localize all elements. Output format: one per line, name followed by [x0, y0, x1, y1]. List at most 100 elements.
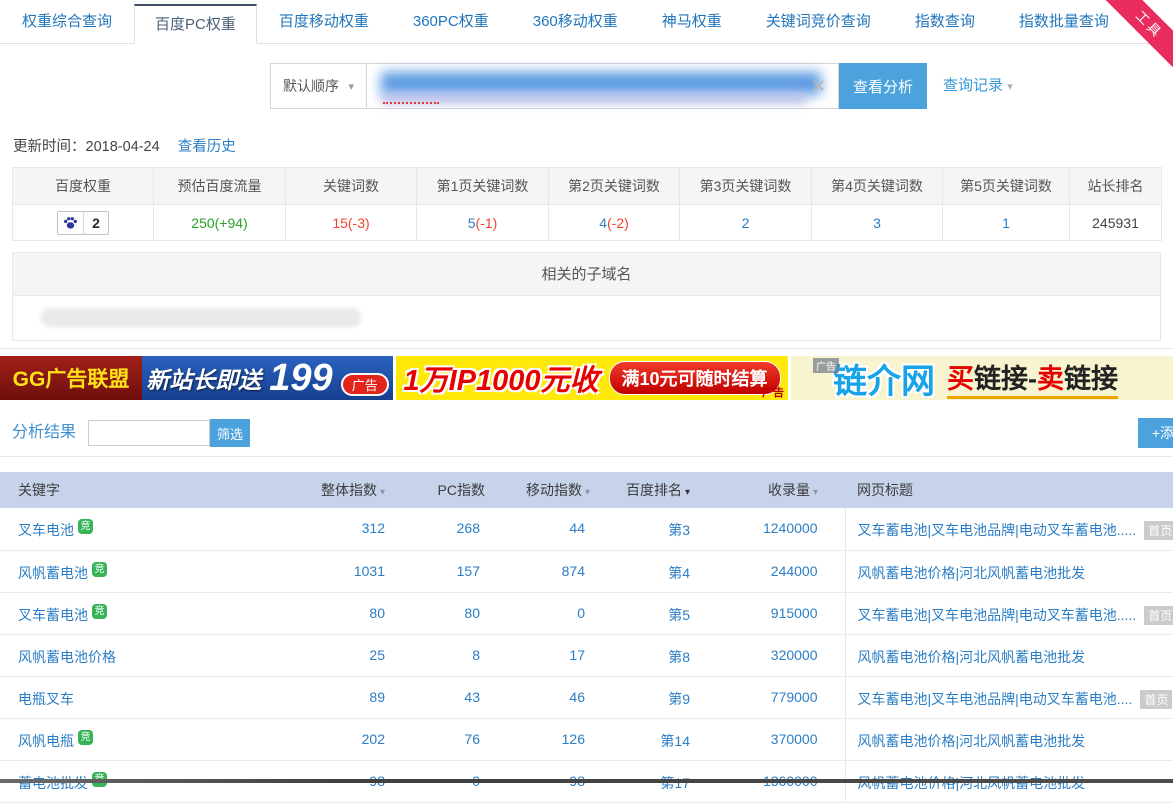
- stats-value-cell-8: 245931: [1070, 205, 1162, 241]
- page-title-link[interactable]: 叉车蓄电池|叉车电池品牌|电动叉车蓄电池.....: [858, 522, 1137, 538]
- results-header-label: PC指数: [438, 482, 485, 498]
- tab-6[interactable]: 关键词竞价查询: [744, 1, 893, 43]
- stats-header-row: 百度权重预估百度流量关键词数第1页关键词数第2页关键词数第3页关键词数第4页关键…: [13, 168, 1162, 205]
- sort-order-select[interactable]: 默认顺序 ▾: [270, 63, 367, 109]
- results-header-1[interactable]: 整体指数▾: [300, 472, 385, 508]
- tab-5[interactable]: 神马权重: [640, 1, 744, 43]
- stat-value: 3: [873, 215, 881, 231]
- page-title-link[interactable]: 风帆蓄电池价格|河北风帆蓄电池批发: [858, 649, 1086, 665]
- overall-index-cell: 1031: [300, 550, 385, 592]
- pc-index-cell: 157: [385, 550, 485, 592]
- bidding-icon: 竞: [92, 604, 107, 619]
- tab-2[interactable]: 百度移动权重: [257, 1, 391, 43]
- redacted-subdomain[interactable]: [41, 308, 361, 327]
- filter-button[interactable]: 筛选: [210, 419, 250, 447]
- keyword-link[interactable]: 叉车电池: [18, 522, 74, 538]
- keyword-link[interactable]: 风帆蓄电池: [18, 565, 88, 581]
- ad-ip-pill: 满10元可随时结算: [609, 361, 781, 395]
- results-header-5[interactable]: 收录量▾: [700, 472, 845, 508]
- indexed-count-cell: 370000: [700, 718, 845, 760]
- stat-value: 5: [468, 215, 476, 231]
- stats-header-cell-6: 第4页关键词数: [812, 168, 943, 205]
- tab-1[interactable]: 百度PC权重: [134, 4, 257, 44]
- keyword-link[interactable]: 电瓶叉车: [18, 691, 74, 707]
- mobile-index-cell: 126: [485, 718, 590, 760]
- table-row-0: 叉车电池竞31226844第31240000叉车蓄电池|叉车电池品牌|电动叉车蓄…: [0, 508, 1173, 550]
- sort-caret-icon[interactable]: ▾: [380, 487, 385, 498]
- sort-caret-icon[interactable]: ▾: [685, 487, 690, 498]
- stats-header-cell-4: 第2页关键词数: [549, 168, 680, 205]
- overall-index-cell: 80: [300, 592, 385, 634]
- page-title-link[interactable]: 风帆蓄电池价格|河北风帆蓄电池批发: [858, 733, 1086, 749]
- stat-value: 1: [1002, 215, 1010, 231]
- results-header-row: 关键字整体指数▾PC指数移动指数▾百度排名▾收录量▾网页标题: [0, 472, 1173, 508]
- tab-0[interactable]: 权重综合查询: [0, 1, 134, 43]
- ad-banner-ip[interactable]: 1万IP1000元收 满10元可随时结算 广告: [396, 356, 788, 400]
- overall-index-cell: 25: [300, 634, 385, 676]
- stats-value-cell-5: 2: [680, 205, 812, 241]
- ad-link2: 链接: [1064, 364, 1118, 394]
- filter-input[interactable]: [88, 420, 210, 446]
- baidu-rank-cell: 第5: [590, 592, 700, 634]
- baidu-rank-cell: 第3: [590, 508, 700, 550]
- related-subdomains-box: 相关的子域名: [12, 252, 1161, 341]
- results-header-label: 百度排名: [626, 482, 682, 498]
- keyword-cell: 风帆蓄电池价格: [0, 634, 300, 676]
- ad-gg-brand: GG广告联盟: [0, 356, 142, 400]
- tab-4[interactable]: 360移动权重: [511, 1, 640, 43]
- sort-caret-icon[interactable]: ▾: [585, 487, 590, 498]
- keyword-cell: 电瓶叉车: [0, 676, 300, 718]
- ad-banner-gg[interactable]: GG广告联盟 新站长即送 199 广告: [0, 356, 393, 400]
- page-title-link[interactable]: 叉车蓄电池|叉车电池品牌|电动叉车蓄电池.....: [858, 607, 1137, 623]
- analyze-button[interactable]: 查看分析: [839, 63, 927, 109]
- domain-query-input[interactable]: ✕: [367, 63, 839, 109]
- page-title-link[interactable]: 风帆蓄电池价格|河北风帆蓄电池批发: [858, 565, 1086, 581]
- query-history-label: 查询记录: [943, 77, 1003, 94]
- ad-badge: 广告: [762, 384, 784, 400]
- stat-delta: (-2): [607, 215, 629, 231]
- ad-lianjie-brand: 链介网: [833, 356, 935, 400]
- keyword-link[interactable]: 风帆蓄电池价格: [18, 649, 116, 665]
- indexed-count-cell: 320000: [700, 634, 845, 676]
- tab-8[interactable]: 指数批量查询: [997, 1, 1131, 43]
- stat-value: 15: [332, 215, 348, 231]
- page-title-link[interactable]: 叉车蓄电池|叉车电池品牌|电动叉车蓄电池....: [858, 691, 1133, 707]
- results-header-4[interactable]: 百度排名▾: [590, 472, 700, 508]
- ad-banners-row: GG广告联盟 新站长即送 199 广告 1万IP1000元收 满10元可随时结算…: [0, 356, 1173, 400]
- ad-badge: 广告: [341, 373, 389, 396]
- analysis-filter-row: 分析结果筛选 +添加新词: [12, 418, 1173, 450]
- stats-value-cell-2: 15(-3): [286, 205, 417, 241]
- overall-index-cell: 89: [300, 676, 385, 718]
- mobile-index-cell: 44: [485, 508, 590, 550]
- baidu-rank-cell: 第9: [590, 676, 700, 718]
- keyword-cell: 叉车电池竞: [0, 508, 300, 550]
- stats-value-cell-3: 5(-1): [417, 205, 549, 241]
- results-body: 叉车电池竞31226844第31240000叉车蓄电池|叉车电池品牌|电动叉车蓄…: [0, 508, 1173, 802]
- indexed-count-cell: 915000: [700, 592, 845, 634]
- stats-header-cell-1: 预估百度流量: [154, 168, 286, 205]
- results-header-3[interactable]: 移动指数▾: [485, 472, 590, 508]
- tab-3[interactable]: 360PC权重: [391, 1, 511, 43]
- query-history-dropdown[interactable]: 查询记录 ▾: [943, 63, 1013, 109]
- keyword-link[interactable]: 叉车蓄电池: [18, 607, 88, 623]
- clear-input-icon[interactable]: ✕: [811, 64, 826, 108]
- tab-7[interactable]: 指数查询: [893, 1, 997, 43]
- stat-delta: (-1): [476, 215, 498, 231]
- view-history-link[interactable]: 查看历史: [178, 139, 236, 155]
- stats-value-cell-1: 250(+94): [154, 205, 286, 241]
- stats-header-cell-5: 第3页关键词数: [680, 168, 812, 205]
- results-header-6: 网页标题: [845, 472, 1173, 508]
- baidu-weight-badge[interactable]: 2: [57, 211, 109, 235]
- results-header-2: PC指数: [385, 472, 485, 508]
- sort-caret-icon[interactable]: ▾: [813, 487, 818, 498]
- keyword-link[interactable]: 风帆电瓶: [18, 733, 74, 749]
- mobile-index-cell: 17: [485, 634, 590, 676]
- baidu-rank-cell: 第4: [590, 550, 700, 592]
- pc-index-cell: 268: [385, 508, 485, 550]
- add-new-keyword-button[interactable]: +添加新词: [1138, 418, 1173, 448]
- page-title-cell: 叉车蓄电池|叉车电池品牌|电动叉车蓄电池.....首页: [845, 592, 1173, 634]
- ad-banner-lianjie[interactable]: 广告 链介网 买链接-卖链接: [791, 356, 1173, 400]
- ad-gg-number: 199: [269, 359, 332, 397]
- mobile-index-cell: 0: [485, 592, 590, 634]
- table-row-4: 电瓶叉车894346第9779000叉车蓄电池|叉车电池品牌|电动叉车蓄电池..…: [0, 676, 1173, 718]
